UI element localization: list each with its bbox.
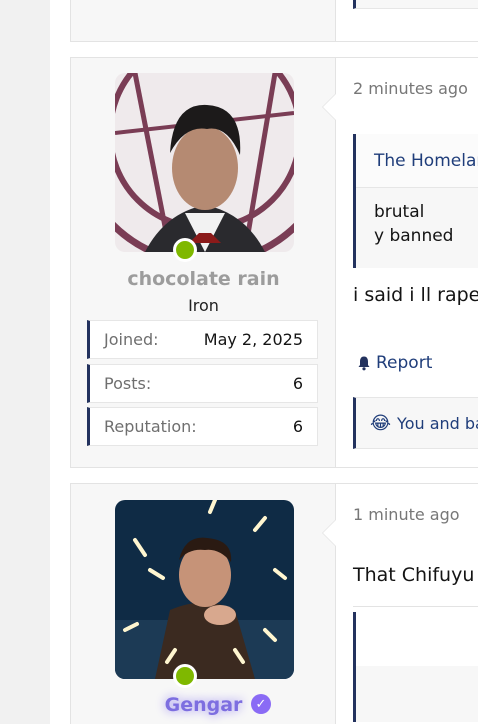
quote-content <box>356 666 478 722</box>
post-body: i said i ll rape <box>353 284 478 306</box>
post-body: That Chifuyu <box>353 564 475 586</box>
quote-author[interactable]: The Homelar <box>356 134 478 188</box>
report-label: Report <box>376 353 433 373</box>
message-pointer <box>322 519 336 547</box>
laughing-emoji-icon: 😂 <box>370 412 392 434</box>
stat-label: Joined: <box>104 330 159 349</box>
report-button[interactable]: Report <box>356 353 432 373</box>
post-item: chocolate rain Iron Joined: May 2, 2025 … <box>70 57 478 468</box>
stat-posts: Posts: 6 <box>87 364 318 403</box>
verified-badge-icon: ✓ <box>251 694 271 714</box>
stat-label: Reputation: <box>104 417 197 436</box>
divider <box>353 606 478 607</box>
online-status-icon <box>173 238 197 262</box>
post-message-cell: 2 minutes ago The Homelar brutal y banne… <box>322 58 478 467</box>
stat-label: Posts: <box>104 374 152 393</box>
post-previous-user-cell <box>71 0 336 41</box>
stat-value: May 2, 2025 <box>203 330 303 349</box>
username[interactable]: chocolate rain <box>71 268 336 290</box>
post-previous-message-cell: mentally_ill <box>336 0 478 41</box>
quote-line: y banned <box>374 226 454 246</box>
stat-joined: Joined: May 2, 2025 <box>87 320 318 359</box>
avatar[interactable] <box>115 73 294 252</box>
avatar-image <box>115 500 294 679</box>
post-timestamp[interactable]: 1 minute ago <box>353 505 460 524</box>
reaction-bar[interactable]: mentally_ill <box>353 0 478 9</box>
post-message-cell: 1 minute ago That Chifuyu <box>322 484 478 724</box>
post-user-cell: Gengar ✓ <box>71 484 336 724</box>
post-previous: mentally_ill <box>70 0 478 42</box>
username[interactable]: Gengar <box>71 694 336 716</box>
avatar-image <box>115 73 294 252</box>
reaction-summary: You and ba <box>397 413 478 433</box>
user-title: Iron <box>188 296 219 315</box>
bell-icon <box>358 356 370 371</box>
post-timestamp[interactable]: 2 minutes ago <box>353 79 468 98</box>
left-gutter <box>0 0 50 724</box>
quote-line: brutal <box>374 202 425 222</box>
message-pointer <box>322 93 336 121</box>
reaction-bar[interactable]: 😂 You and ba <box>353 397 478 449</box>
quote-block: The Homelar brutal y banned <box>353 134 478 268</box>
quote-block <box>353 612 478 722</box>
avatar[interactable] <box>115 500 294 679</box>
online-status-icon <box>173 664 197 688</box>
quote-content: brutal y banned <box>356 188 478 260</box>
post-item: Gengar ✓ 1 minute ago That Chifuyu <box>70 483 478 724</box>
thread-page: mentally_ill <box>50 0 478 724</box>
stat-value: 6 <box>292 374 303 393</box>
stat-reputation: Reputation: 6 <box>87 407 318 446</box>
post-user-cell: chocolate rain Iron Joined: May 2, 2025 … <box>71 58 336 467</box>
stat-value: 6 <box>292 417 303 436</box>
